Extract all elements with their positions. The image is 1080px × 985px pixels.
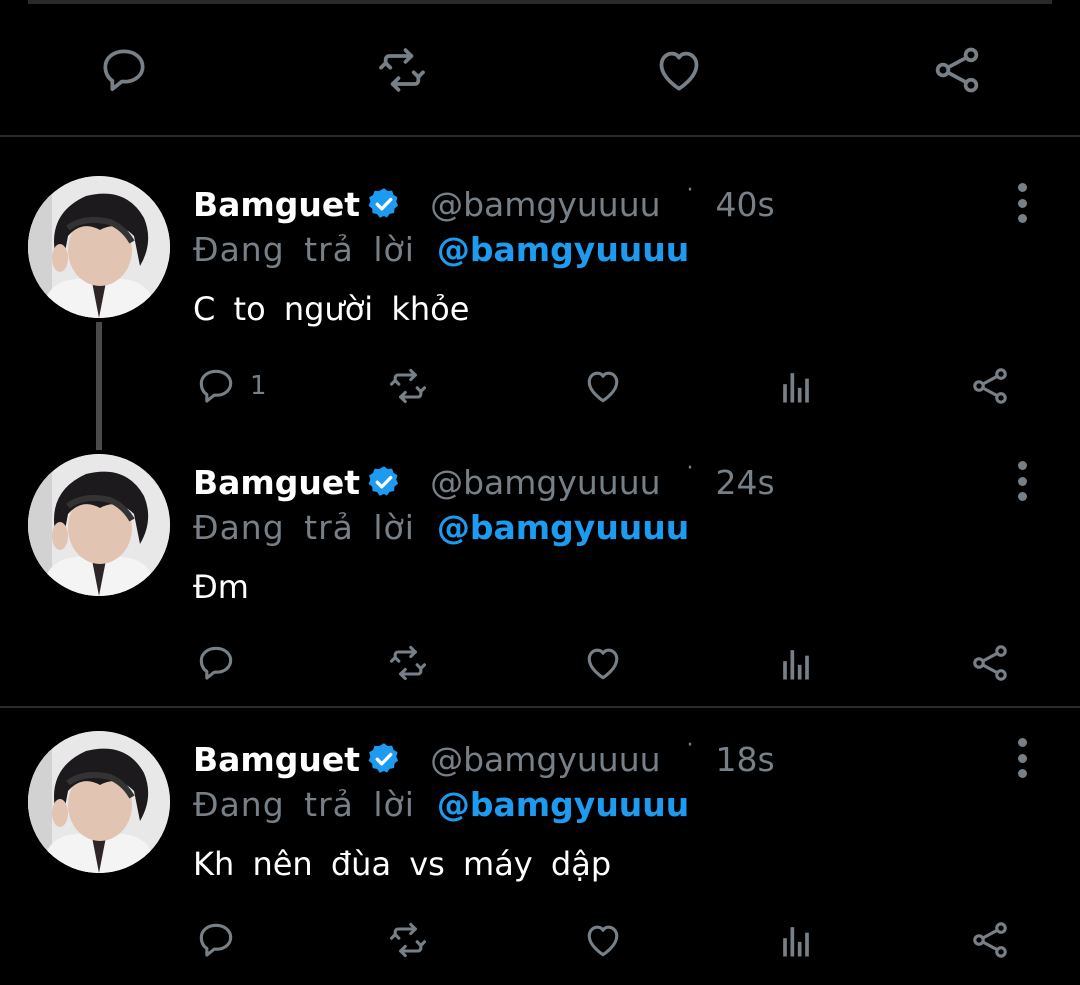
tweet-text: Kh nên đùa vs máy dập [193, 845, 612, 883]
more-options-icon[interactable] [1008, 738, 1036, 778]
tweet-thread-view: Bamguet @bamgyuuuu · 40s Đang trả lời @b… [0, 0, 1080, 985]
share-button[interactable] [968, 633, 1012, 693]
tweet-action-bar [0, 910, 1080, 970]
separator-dot: · [686, 732, 694, 758]
tweet-action-bar: 1 [0, 356, 1080, 416]
replying-to-handle[interactable]: @bamgyuuuu [437, 508, 689, 547]
display-name[interactable]: Bamguet [193, 740, 360, 779]
retweet-icon [379, 48, 425, 92]
share-button[interactable] [968, 910, 1012, 970]
retweet-button[interactable] [386, 910, 430, 970]
share-button[interactable] [917, 20, 997, 120]
replying-to-handle[interactable]: @bamgyuuuu [437, 785, 689, 824]
separator-dot: · [686, 455, 694, 481]
retweet-button[interactable] [362, 20, 442, 120]
profile-photo [28, 454, 170, 596]
like-button[interactable] [581, 910, 625, 970]
retweet-icon [389, 645, 427, 681]
reply-icon [103, 49, 145, 91]
analytics-button[interactable] [774, 910, 818, 970]
display-name[interactable]: Bamguet [193, 463, 360, 502]
timestamp[interactable]: 24s [716, 463, 775, 502]
separator-dot: · [686, 177, 694, 203]
avatar[interactable] [28, 176, 170, 318]
tweet-divider [0, 706, 1080, 708]
share-icon [973, 368, 1007, 404]
profile-photo [28, 731, 170, 873]
like-button[interactable] [639, 20, 719, 120]
display-name[interactable]: Bamguet [193, 185, 360, 224]
replying-to-handle[interactable]: @bamgyuuuu [437, 230, 689, 269]
replying-to: Đang trả lời @bamgyuuuu [193, 226, 689, 272]
timestamp[interactable]: 40s [716, 185, 775, 224]
user-handle[interactable]: @bamgyuuuu [430, 185, 660, 224]
retweet-button[interactable] [386, 633, 430, 693]
more-options-icon[interactable] [1008, 183, 1036, 223]
share-icon [935, 47, 979, 93]
retweet-button[interactable] [386, 356, 430, 416]
replying-to: Đang trả lời @bamgyuuuu [193, 781, 689, 827]
replying-to-label: Đang trả lời [193, 784, 415, 824]
like-icon [587, 925, 619, 957]
more-options-icon[interactable] [1008, 461, 1036, 501]
share-icon [973, 645, 1007, 681]
like-button[interactable] [581, 633, 625, 693]
replying-to-label: Đang trả lời [193, 507, 415, 547]
top-action-bar [0, 20, 1080, 120]
timestamp[interactable]: 18s [716, 740, 775, 779]
verified-badge-icon [366, 186, 402, 222]
section-divider [0, 135, 1080, 137]
tweet-header: Bamguet @bamgyuuuu · 24s [193, 455, 775, 505]
reply-button[interactable]: 1 [194, 356, 267, 416]
reply-button[interactable] [194, 633, 250, 693]
tweet-text: C to người khỏe [193, 290, 470, 328]
tweet-action-bar [0, 633, 1080, 693]
share-button[interactable] [968, 356, 1012, 416]
top-divider [28, 0, 1052, 4]
like-icon [587, 648, 619, 680]
replying-to-label: Đang trả lời [193, 229, 415, 269]
reply-button[interactable] [194, 910, 250, 970]
avatar[interactable] [28, 731, 170, 873]
analytics-button[interactable] [774, 356, 818, 416]
analytics-icon [783, 373, 809, 403]
reply-count: 1 [250, 371, 267, 401]
verified-badge-icon [366, 464, 402, 500]
like-icon [659, 51, 699, 91]
profile-photo [28, 176, 170, 318]
reply-icon [199, 923, 233, 957]
tweet-header: Bamguet @bamgyuuuu · 40s [193, 177, 775, 227]
share-icon [973, 922, 1007, 958]
avatar[interactable] [28, 454, 170, 596]
verified-badge-icon [366, 741, 402, 777]
retweet-icon [389, 368, 427, 404]
analytics-icon [783, 650, 809, 680]
tweet-text: Đm [193, 568, 249, 606]
tweet-header: Bamguet @bamgyuuuu · 18s [193, 732, 775, 782]
like-button[interactable] [581, 356, 625, 416]
analytics-button[interactable] [774, 633, 818, 693]
replying-to: Đang trả lời @bamgyuuuu [193, 504, 689, 550]
analytics-icon [783, 927, 809, 957]
user-handle[interactable]: @bamgyuuuu [430, 463, 660, 502]
reply-icon [199, 369, 233, 403]
reply-button[interactable] [84, 20, 164, 120]
retweet-icon [389, 922, 427, 958]
user-handle[interactable]: @bamgyuuuu [430, 740, 660, 779]
like-icon [587, 371, 619, 403]
reply-icon [199, 646, 233, 680]
